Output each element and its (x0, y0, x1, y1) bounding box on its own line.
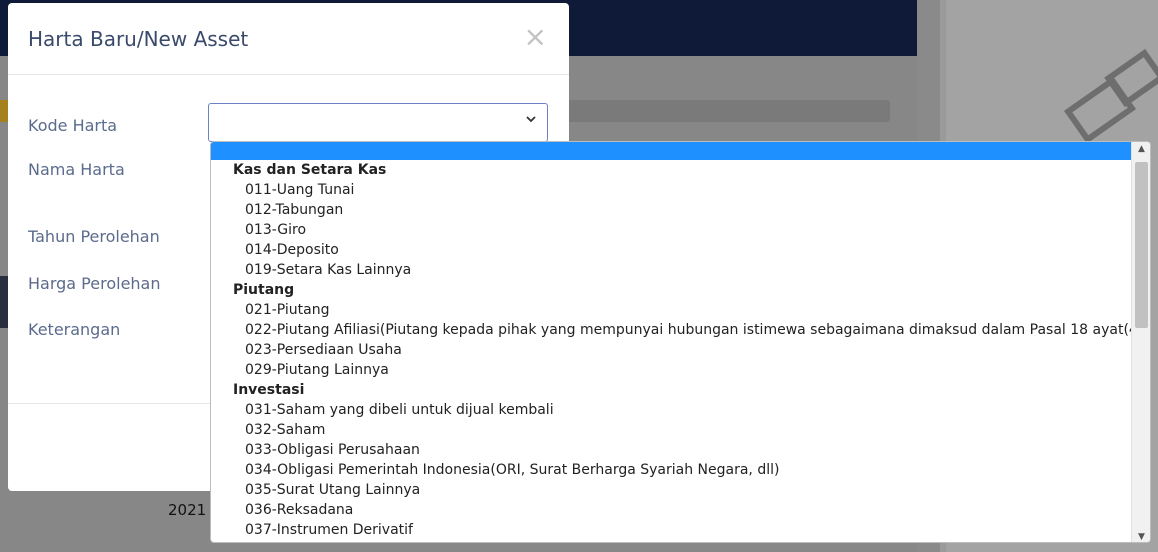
dropdown-option[interactable]: 012-Tabungan (211, 200, 1132, 220)
close-icon[interactable]: × (524, 23, 547, 51)
background-accent (0, 100, 8, 122)
label-kode-harta: Kode Harta (28, 116, 118, 135)
dropdown-option[interactable]: 029-Piutang Lainnya (211, 360, 1132, 380)
label-keterangan: Keterangan (28, 320, 121, 339)
dropdown-option[interactable]: 011-Uang Tunai (211, 180, 1132, 200)
label-nama-harta: Nama Harta (28, 160, 125, 179)
dropdown-scrollbar[interactable]: ▲ ▼ (1131, 142, 1150, 542)
label-harga-perolehan: Harga Perolehan (28, 274, 161, 293)
dropdown-option[interactable]: 019-Setara Kas Lainnya (211, 260, 1132, 280)
dropdown-option[interactable]: 035-Surat Utang Lainnya (211, 480, 1132, 500)
dropdown-selected-empty-option[interactable] (211, 142, 1132, 160)
dropdown-option[interactable]: 031-Saham yang dibeli untuk dijual kemba… (211, 400, 1132, 420)
dropdown-option[interactable]: 013-Giro (211, 220, 1132, 240)
label-tahun-perolehan: Tahun Perolehan (28, 227, 160, 246)
kode-harta-select[interactable] (208, 103, 548, 142)
dropdown-option[interactable]: 034-Obligasi Pemerintah Indonesia(ORI, S… (211, 460, 1132, 480)
dropdown-option[interactable]: 022-Piutang Afiliasi(Piutang kepada piha… (211, 320, 1150, 340)
background-progress-bar (560, 100, 890, 122)
scroll-down-icon[interactable]: ▼ (1132, 532, 1150, 542)
scroll-up-icon[interactable]: ▲ (1132, 144, 1150, 154)
background-strip (0, 276, 8, 328)
dropdown-option[interactable]: 036-Reksadana (211, 500, 1132, 520)
dropdown-options: Kas dan Setara Kas 011-Uang Tunai 012-Tabu… (211, 160, 1150, 540)
dropdown-group-label: Kas dan Setara Kas (233, 162, 387, 178)
dropdown-option[interactable]: 033-Obligasi Perusahaan (211, 440, 1132, 460)
kode-harta-dropdown-list[interactable]: Kas dan Setara Kas 011-Uang Tunai 012-Tabu… (210, 141, 1151, 543)
dropdown-option[interactable]: 014-Deposito (211, 240, 1132, 260)
dropdown-group-label: Piutang (233, 282, 295, 298)
modal-header: Harta Baru/New Asset × (8, 3, 569, 75)
dropdown-option[interactable]: 037-Instrumen Derivatif (211, 520, 1132, 540)
scrollbar-thumb[interactable] (1135, 162, 1148, 328)
dropdown-option[interactable]: 032-Saham (211, 420, 1132, 440)
chevron-down-icon (525, 113, 537, 129)
modal-title: Harta Baru/New Asset (28, 27, 249, 51)
background-year: 2021 (168, 501, 207, 519)
dropdown-group-label: Investasi (233, 382, 305, 398)
dropdown-option[interactable]: 021-Piutang (211, 300, 1132, 320)
dropdown-option[interactable]: 023-Persediaan Usaha (211, 340, 1132, 360)
